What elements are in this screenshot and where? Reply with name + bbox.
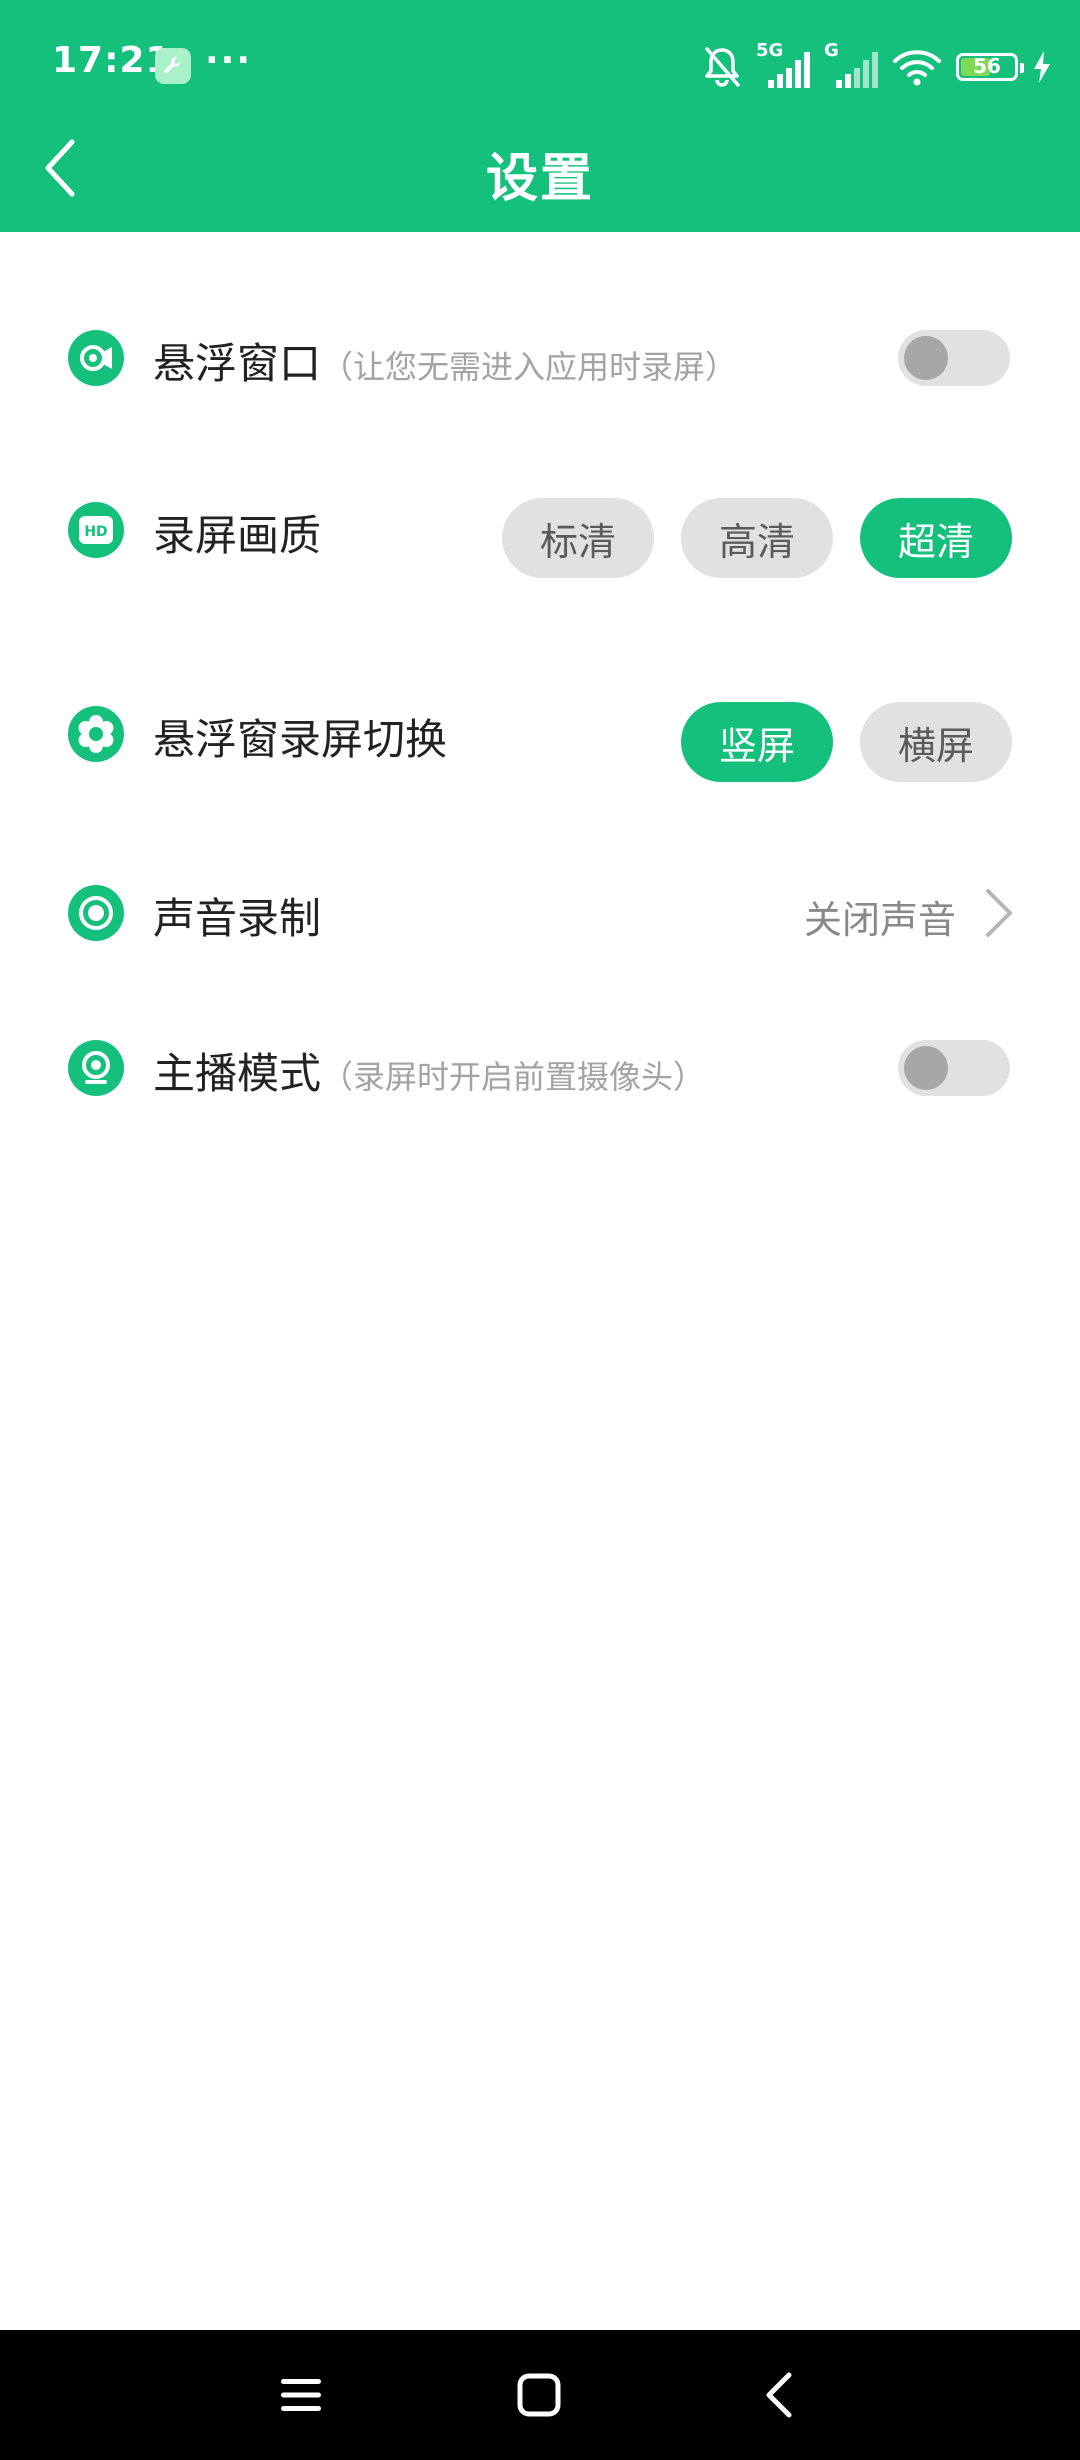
back-triangle-icon — [766, 2372, 792, 2418]
top-app-bar: 17:21 ··· 5G G 56 设置 — [0, 0, 1080, 232]
quality-option-hd[interactable]: 高清 — [681, 498, 833, 578]
streamer-mode-toggle[interactable] — [898, 1040, 1010, 1096]
streamer-title: 主播模式 — [153, 1049, 322, 1098]
nav-back-button[interactable] — [746, 2362, 812, 2428]
system-nav-bar — [0, 2330, 1080, 2460]
record-dot-icon — [68, 885, 124, 941]
flower-settings-icon — [68, 706, 124, 762]
orientation-option-landscape[interactable]: 横屏 — [860, 702, 1012, 782]
floating-window-label: 悬浮窗口（让您无需进入应用时录屏） — [153, 330, 737, 391]
sig2-label: G — [824, 40, 839, 61]
bell-off-icon — [705, 47, 740, 87]
wrench-icon — [155, 48, 191, 84]
more-notifications-icon: ··· — [205, 40, 253, 81]
charging-bolt-icon — [1034, 51, 1050, 83]
setting-row-orientation: 悬浮窗录屏切换 竖屏 横屏 — [0, 678, 1080, 788]
quality-option-fhd[interactable]: 超清 — [860, 498, 1012, 578]
orientation-label: 悬浮窗录屏切换 — [153, 715, 448, 764]
orientation-option-portrait[interactable]: 竖屏 — [681, 702, 833, 782]
setting-row-streamer-mode: 主播模式（录屏时开启前置摄像头） — [0, 1012, 1080, 1122]
toggle-knob — [904, 1046, 948, 1090]
webcam-icon — [68, 1040, 124, 1096]
battery-icon: 56 — [956, 53, 1024, 81]
sig1-label: 5G — [756, 40, 784, 61]
status-bar: 17:21 ··· 5G G 56 — [0, 0, 1080, 136]
record-camera-icon — [68, 330, 124, 386]
setting-row-floating-window: 悬浮窗口（让您无需进入应用时录屏） — [0, 302, 1080, 412]
setting-row-quality: HD 录屏画质 标清 高清 超清 — [0, 474, 1080, 584]
home-square-icon — [517, 2373, 561, 2417]
audio-value: 关闭声音 — [803, 898, 956, 942]
svg-text:HD: HD — [84, 524, 107, 540]
toggle-knob — [904, 336, 948, 380]
floating-window-title: 悬浮窗口 — [153, 339, 322, 388]
setting-row-audio[interactable]: 声音录制 关闭声音 — [0, 857, 1080, 967]
quality-option-sd[interactable]: 标清 — [502, 498, 654, 578]
hd-icon: HD — [68, 502, 124, 558]
floating-window-toggle[interactable] — [898, 330, 1010, 386]
page-title: 设置 — [485, 149, 594, 209]
menu-icon — [281, 2379, 321, 2411]
quality-label: 录屏画质 — [153, 511, 322, 560]
chevron-right-icon — [986, 889, 1012, 937]
streamer-label: 主播模式（录屏时开启前置摄像头） — [153, 1040, 705, 1101]
nav-menu-button[interactable] — [268, 2362, 334, 2428]
wifi-icon — [893, 50, 941, 86]
audio-label: 声音录制 — [153, 894, 322, 943]
status-time: 17:21 — [52, 40, 172, 81]
signal-5g-icon: 5G — [756, 40, 810, 90]
battery-percent: 56 — [973, 54, 1001, 78]
floating-window-hint: （让您无需进入应用时录屏） — [321, 348, 738, 386]
signal-g-icon: G — [824, 40, 878, 90]
streamer-hint: （录屏时开启前置摄像头） — [321, 1058, 706, 1096]
nav-home-button[interactable] — [506, 2362, 572, 2428]
